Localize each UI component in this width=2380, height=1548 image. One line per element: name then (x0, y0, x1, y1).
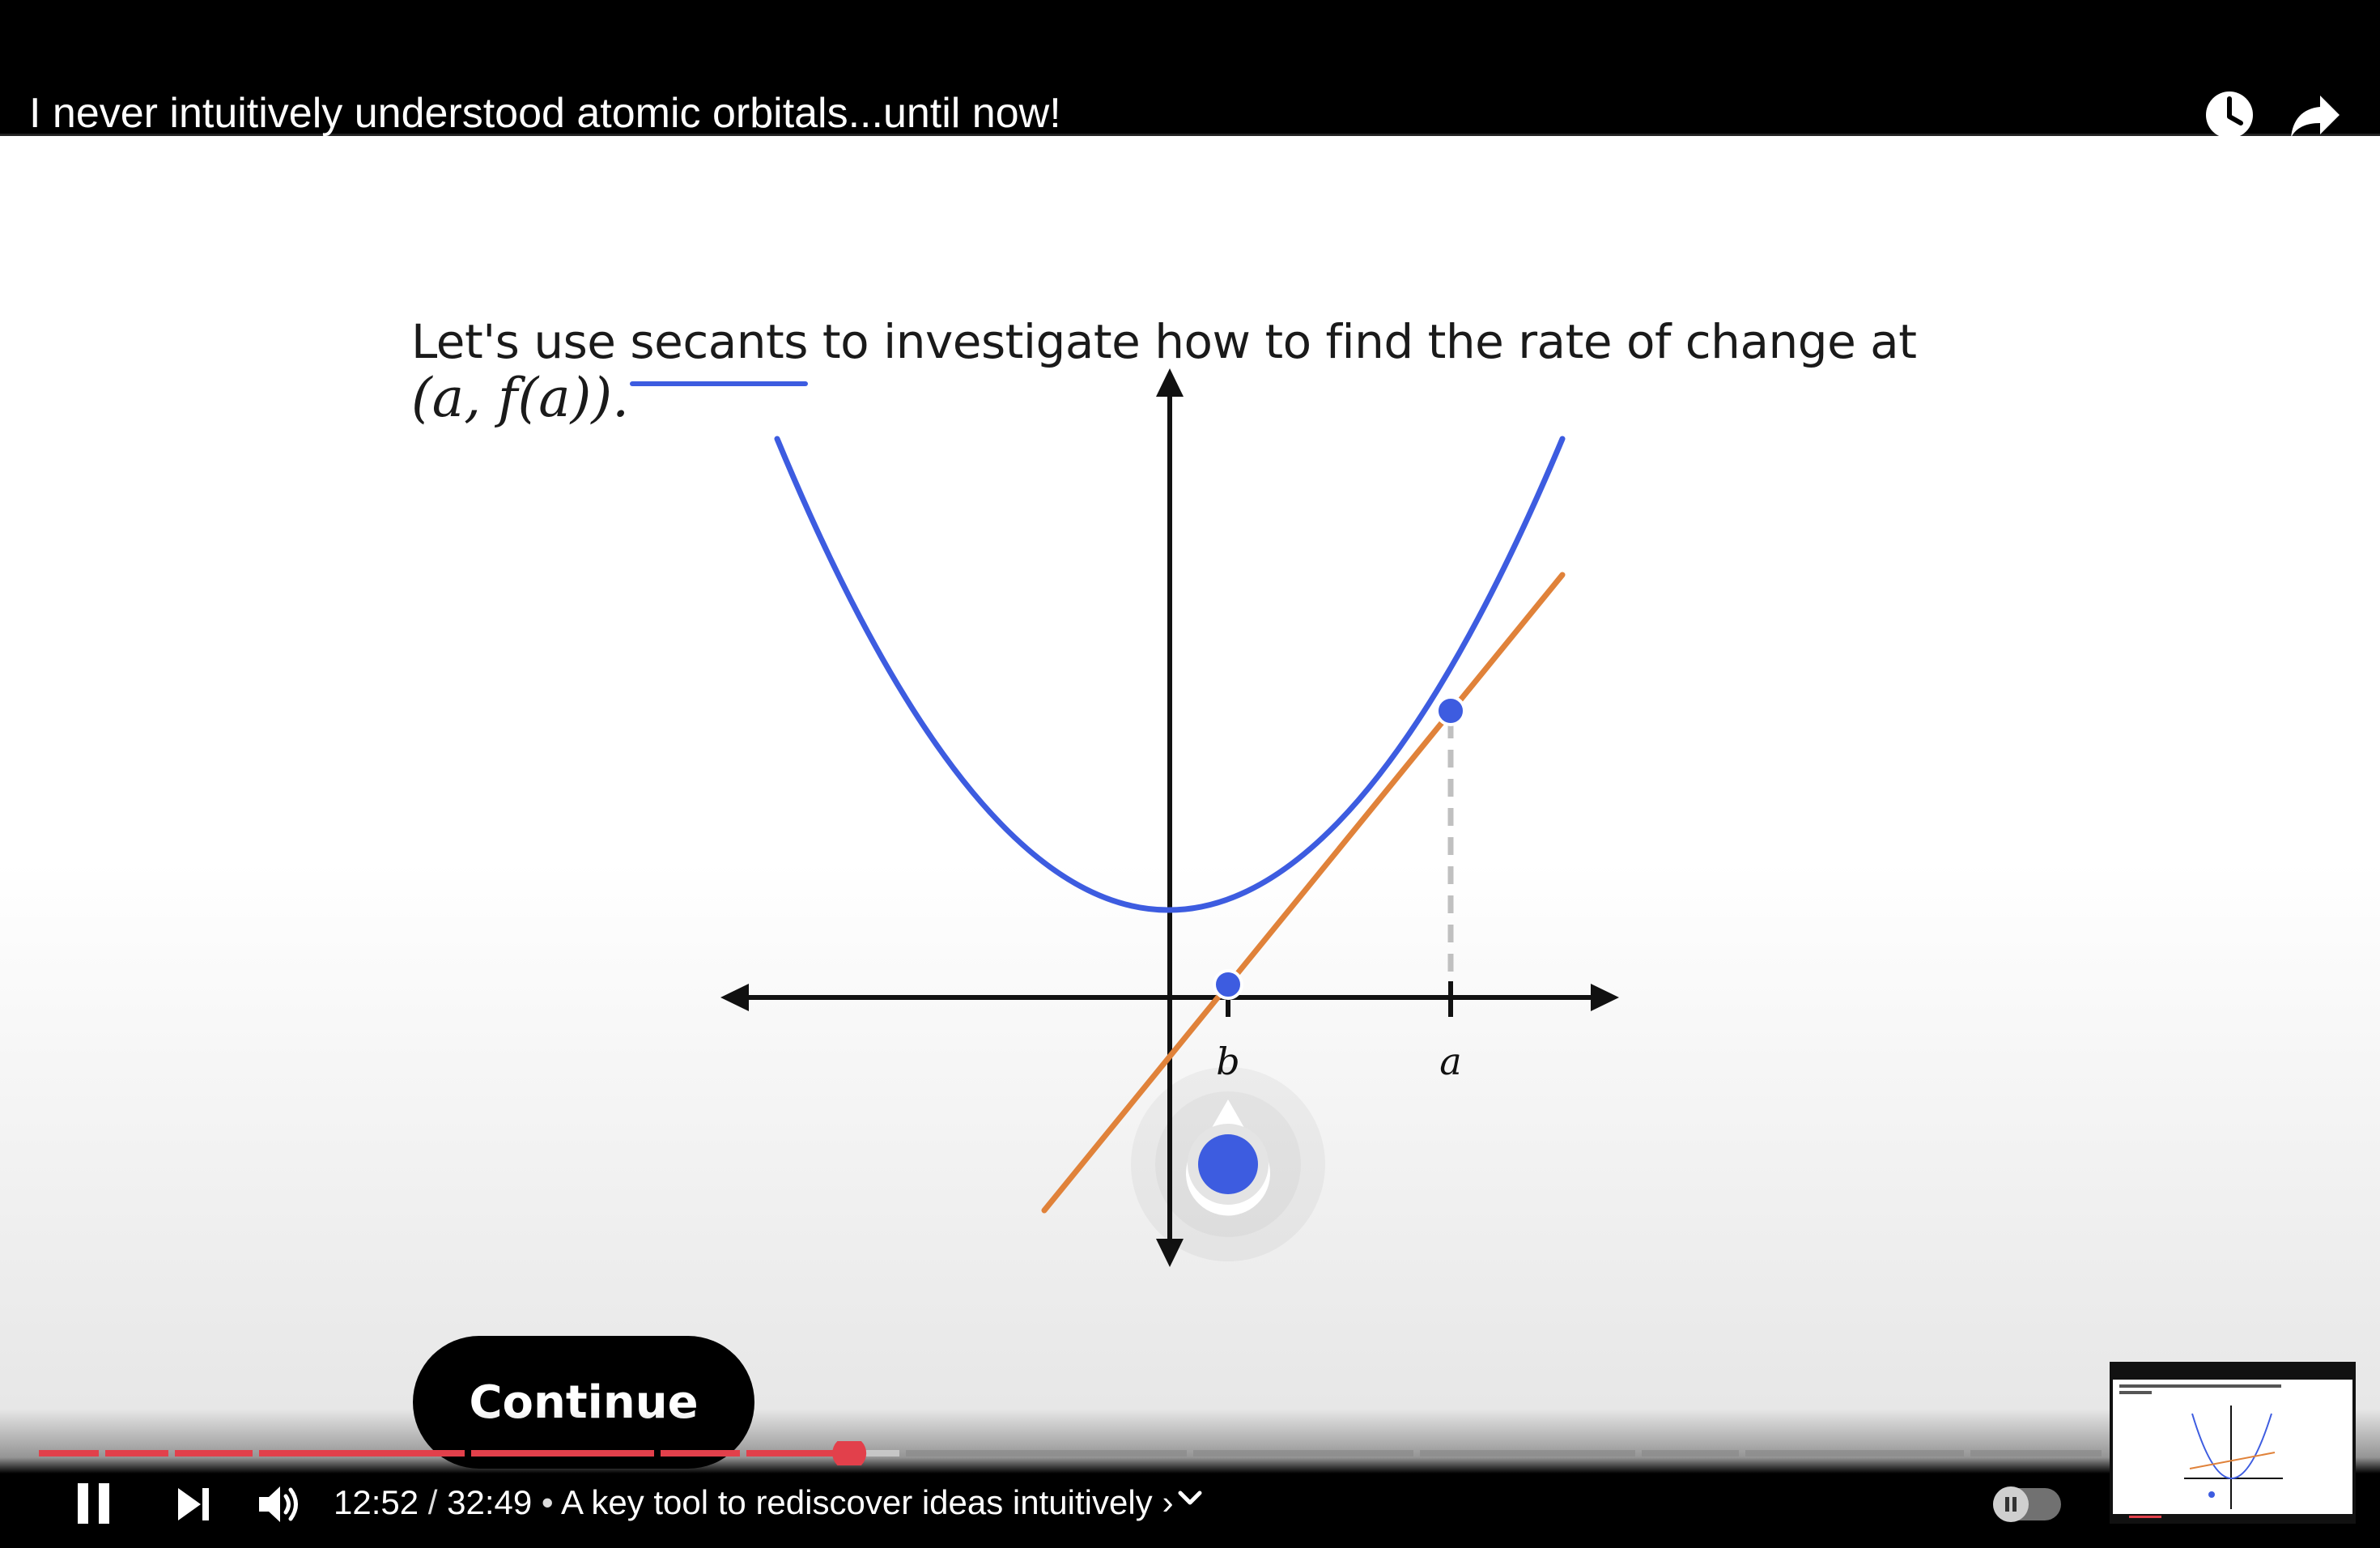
video-title[interactable]: I never intuitively understood atomic or… (29, 89, 1061, 138)
x-axis-arrow-right (1591, 984, 1619, 1011)
next-icon[interactable] (176, 1486, 212, 1526)
progress-played-segment (259, 1450, 465, 1457)
progress-played-segment (661, 1450, 740, 1457)
x-axis-arrow-left (720, 984, 749, 1011)
share-arrow-icon[interactable] (2288, 87, 2343, 142)
autoplay-toggle[interactable] (1993, 1486, 2061, 1522)
title-bar: I never intuitively understood atomic or… (0, 0, 2380, 138)
point-b (1213, 969, 1243, 1000)
time-separator: / (419, 1483, 448, 1521)
time-and-chapter: 12:52 / 32:49 • A key tool to rediscover… (334, 1483, 1174, 1522)
progress-remaining-segment (1745, 1450, 1964, 1457)
point-a (1435, 695, 1466, 726)
progress-remaining-segment (1420, 1450, 1635, 1457)
y-axis-arrow-up (1156, 368, 1184, 397)
miniplayer-preview[interactable] (2110, 1362, 2356, 1524)
chapter-arrow[interactable]: › (1162, 1483, 1174, 1521)
progress-played-segment (175, 1450, 253, 1457)
volume-icon[interactable] (257, 1483, 303, 1529)
chevron-down-icon[interactable] (1174, 1483, 1206, 1520)
progress-remaining-segment (1193, 1450, 1413, 1457)
secant-graph: b a (720, 368, 1619, 1267)
video-frame[interactable]: Let's use secants to investigate how to … (0, 134, 2380, 1474)
progress-remaining-segment (1970, 1450, 2102, 1457)
clock-icon[interactable] (2202, 87, 2257, 142)
progress-played-segment (39, 1450, 99, 1457)
progress-scrubber[interactable] (832, 1441, 867, 1465)
chapter-bullet: • (532, 1483, 561, 1521)
label-a: a (1439, 1040, 1461, 1083)
chapter-title[interactable]: A key tool to rediscover ideas intuitive… (561, 1483, 1153, 1521)
progress-played-segment (471, 1450, 654, 1457)
drag-handle[interactable] (1131, 1067, 1325, 1261)
player-controls (0, 1409, 2380, 1548)
progress-bar[interactable] (0, 1441, 2105, 1465)
current-time: 12:52 (334, 1483, 419, 1521)
duration: 32:49 (447, 1483, 533, 1521)
progress-remaining-segment (1642, 1450, 1739, 1457)
progress-remaining-segment (906, 1450, 1187, 1457)
pause-icon[interactable] (74, 1482, 113, 1529)
progress-played-segment (105, 1450, 168, 1457)
autoplay-knob (1993, 1486, 2029, 1522)
